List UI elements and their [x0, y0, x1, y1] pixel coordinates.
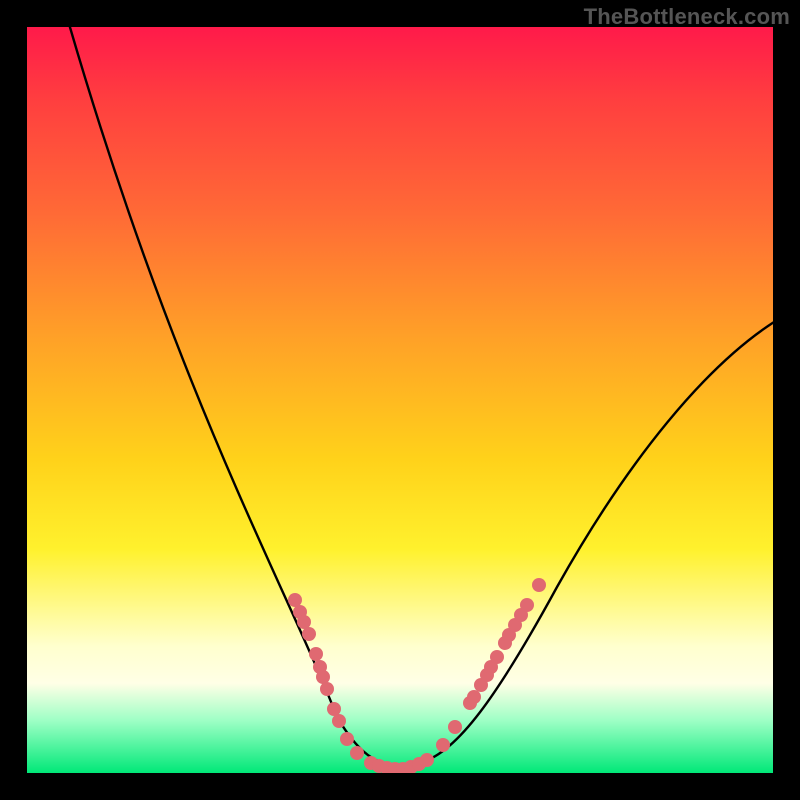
- data-point: [436, 738, 450, 752]
- datapoints-bottom: [364, 753, 434, 773]
- data-point: [316, 670, 330, 684]
- data-point: [467, 690, 481, 704]
- data-point: [340, 732, 354, 746]
- data-point: [332, 714, 346, 728]
- data-point: [302, 627, 316, 641]
- data-point: [288, 593, 302, 607]
- chart-frame: [27, 27, 773, 773]
- datapoints-right: [436, 578, 546, 752]
- data-point: [320, 682, 334, 696]
- data-point: [350, 746, 364, 760]
- data-point: [297, 615, 311, 629]
- data-point: [448, 720, 462, 734]
- datapoints-left: [288, 593, 364, 760]
- data-point: [420, 753, 434, 767]
- data-point: [532, 578, 546, 592]
- data-point: [490, 650, 504, 664]
- bottleneck-chart: [27, 27, 773, 773]
- data-point: [309, 647, 323, 661]
- data-point: [327, 702, 341, 716]
- data-point: [520, 598, 534, 612]
- bottleneck-curve-path: [67, 27, 773, 765]
